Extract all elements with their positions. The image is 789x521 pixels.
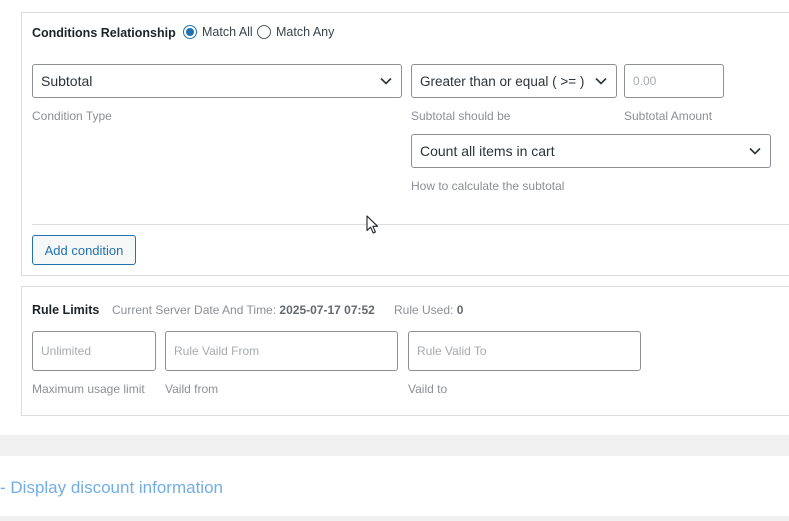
rule-used: Rule Used: 0 <box>394 303 463 317</box>
radio-checked-icon[interactable] <box>183 25 197 39</box>
radio-unchecked-icon[interactable] <box>257 25 271 39</box>
display-discount-information-toggle[interactable]: - Display discount information <box>0 478 223 498</box>
operator-value: Greater than or equal ( >= ) <box>420 73 585 89</box>
max-usage-label: Maximum usage limit <box>32 382 145 396</box>
condition-type-label: Condition Type <box>32 109 112 123</box>
valid-to-input[interactable]: Rule Valid To <box>408 331 641 371</box>
match-all-label: Match All <box>202 25 253 39</box>
rule-limits-panel: Rule Limits Current Server Date And Time… <box>21 286 789 416</box>
chevron-down-icon <box>595 77 607 85</box>
divider <box>32 224 789 225</box>
valid-to-label: Vaild to <box>408 382 448 396</box>
match-any-radio[interactable]: Match Any <box>257 25 334 39</box>
valid-from-input[interactable]: Rule Vaild From <box>165 331 398 371</box>
subtotal-calculation-label: How to calculate the subtotal <box>411 179 565 193</box>
subtotal-amount-placeholder: 0.00 <box>633 74 657 88</box>
subtotal-amount-input[interactable]: 0.00 <box>624 64 724 98</box>
server-time-value: 2025-07-17 07:52 <box>279 303 375 317</box>
max-usage-placeholder: Unlimited <box>41 344 92 358</box>
subtotal-calculation-select[interactable]: Count all items in cart <box>411 134 771 168</box>
valid-to-placeholder: Rule Valid To <box>417 344 487 358</box>
operator-label: Subtotal should be <box>411 109 511 123</box>
section-separator-bottom <box>0 516 789 521</box>
condition-type-select[interactable]: Subtotal <box>32 64 402 98</box>
rule-limits-title: Rule Limits <box>32 303 100 317</box>
subtotal-calculation-value: Count all items in cart <box>420 143 555 159</box>
add-condition-button[interactable]: Add condition <box>32 235 136 265</box>
rule-used-label: Rule Used: <box>394 303 454 317</box>
max-usage-input[interactable]: Unlimited <box>32 331 156 371</box>
section-separator <box>0 435 789 456</box>
subtotal-amount-label: Subtotal Amount <box>624 109 713 123</box>
valid-from-label: Vaild from <box>165 382 219 396</box>
server-time: Current Server Date And Time: 2025-07-17… <box>112 303 375 317</box>
operator-select[interactable]: Greater than or equal ( >= ) <box>411 64 617 98</box>
chevron-down-icon <box>749 147 761 155</box>
conditions-relationship-label: Conditions Relationship <box>32 26 176 40</box>
server-time-label: Current Server Date And Time: <box>112 303 277 317</box>
mouse-pointer-icon <box>366 215 379 234</box>
chevron-down-icon <box>380 77 392 85</box>
condition-type-value: Subtotal <box>41 73 93 89</box>
match-any-label: Match Any <box>276 25 335 39</box>
valid-from-placeholder: Rule Vaild From <box>174 344 260 358</box>
match-all-radio[interactable]: Match All <box>183 25 253 39</box>
conditions-panel: Conditions Relationship Match All Match … <box>21 12 789 276</box>
rule-used-value: 0 <box>456 303 464 317</box>
